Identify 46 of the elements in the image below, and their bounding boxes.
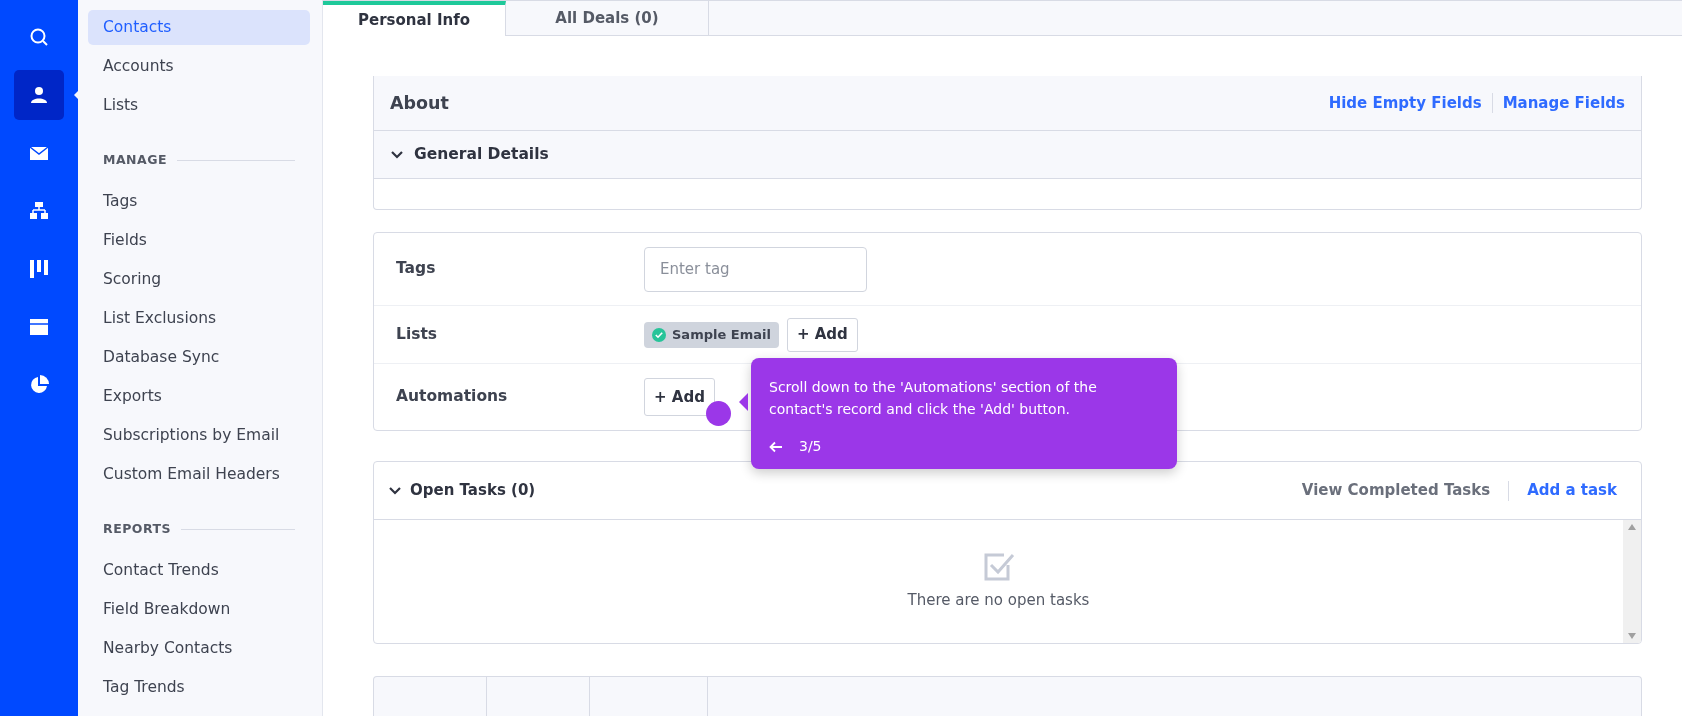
sidebar-item[interactable]: Fields [88,222,310,258]
sidebar-item[interactable]: List Exclusions [88,300,310,336]
sidebar-item[interactable]: Tags [88,183,310,219]
person-icon [29,85,49,105]
add-button[interactable]: + Add [786,317,858,352]
link[interactable]: Manage Fields [1502,91,1625,115]
sidebar-item[interactable]: Contact Trends [88,552,310,588]
tag-input-field[interactable]: Enter tag [644,246,867,292]
sitemap-icon [29,201,49,221]
chevron-icon[interactable] [388,485,402,496]
back-arrow-icon[interactable] [769,440,783,453]
step-counter: 3/5 [799,437,822,456]
sidebar-item[interactable]: Scoring [88,261,310,297]
tooltip-text: Scroll down to the 'Automations' section of the contact's record and click the 'Add' button. [769,378,1098,419]
pie-chart-icon [29,375,49,395]
link[interactable]: View Completed Tasks [1301,479,1491,502]
link[interactable]: Add a task [1527,479,1617,502]
sidebar-item[interactable]: Tag Trends [88,669,310,705]
tag-label: Sample Email [672,325,771,344]
tab[interactable]: All Deals (0) [506,1,709,35]
search-icon [29,27,49,47]
field-label: Automations [396,386,509,408]
sidebar-item[interactable]: Contacts [88,10,310,45]
section-heading: MANAGE [103,151,168,169]
tab[interactable]: Personal Info [323,1,506,36]
sidebar-item[interactable]: Lists [88,88,310,123]
field-label: Tags [396,258,437,280]
section-header[interactable]: Open Tasks (0) [410,479,536,502]
section-heading: REPORTS [103,519,172,538]
browser-window-icon [29,317,49,337]
section-title: About [390,91,449,115]
sidebar-item[interactable]: Exports [88,378,310,414]
chevron-icon[interactable] [390,149,404,160]
sidebar-item[interactable]: Field Breakdown [88,591,310,627]
sidebar-item[interactable]: Database Sync [88,339,310,375]
link[interactable]: Hide Empty Fields [1328,91,1482,115]
sidebar-item[interactable]: Custom Email Headers [88,456,310,492]
empty-message: There are no open tasks [907,590,1090,612]
section-header[interactable]: General Details [414,142,549,167]
add-button[interactable]: + Add [644,378,715,416]
sidebar-item[interactable]: Nearby Contacts [88,630,310,666]
sidebar-item[interactable]: Accounts [88,49,310,84]
check-circle-icon [652,327,666,342]
sidebar-item[interactable]: Subscriptions by Email [88,417,310,453]
kanban-icon [29,259,49,279]
field-label: Lists [396,323,439,345]
